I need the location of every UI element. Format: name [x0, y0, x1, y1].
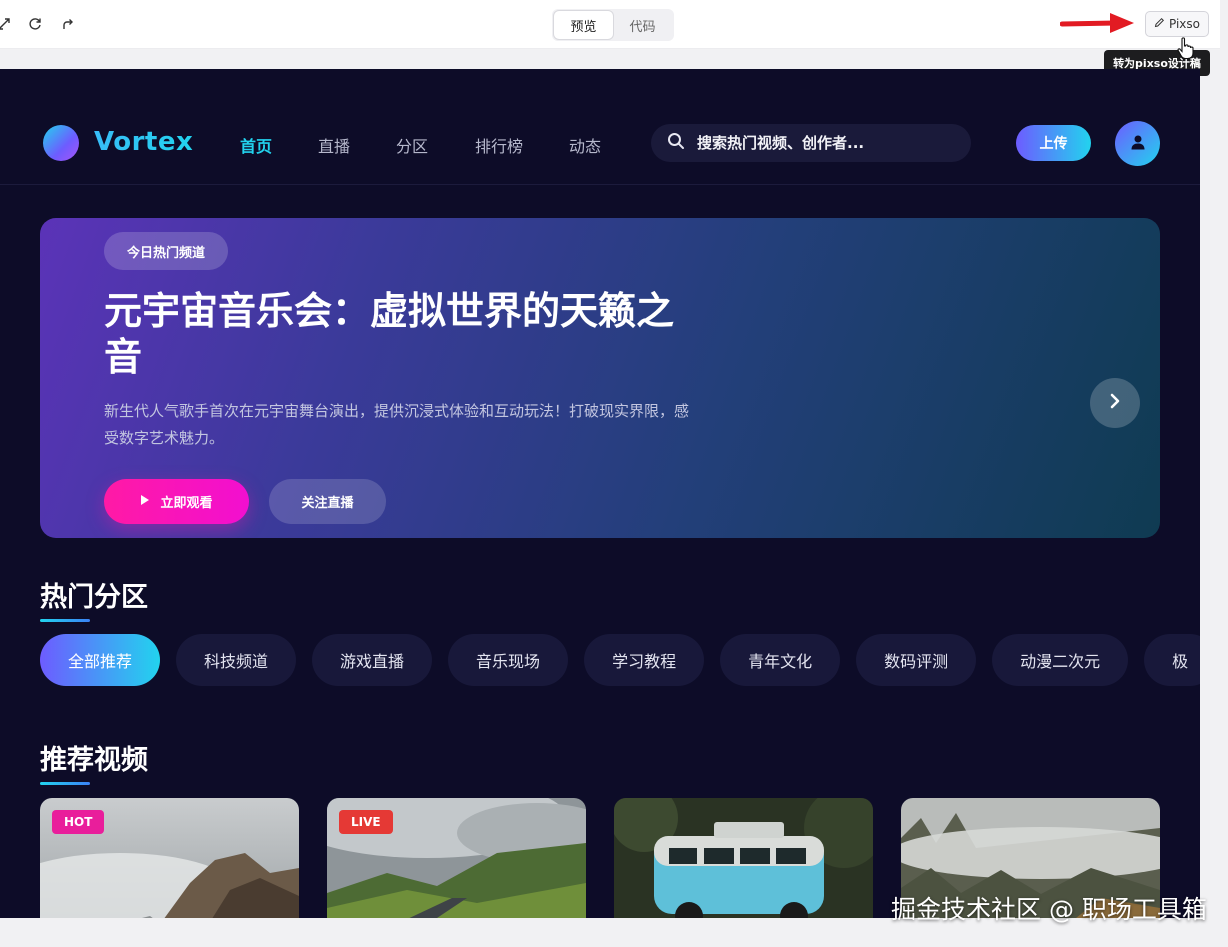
site-header: Vortex 首页 直播 分区 排行榜 动态 上传	[0, 69, 1200, 185]
nav-zones[interactable]: 分区	[396, 133, 428, 157]
videos-underline	[40, 782, 90, 785]
chevron-right-icon	[1108, 393, 1122, 413]
red-arrow-icon	[1060, 13, 1134, 33]
categories-title: 热门分区	[40, 582, 148, 613]
video-card[interactable]	[614, 798, 873, 918]
brand-name[interactable]: Vortex	[94, 127, 193, 157]
preview-frame: Vortex 首页 直播 分区 排行榜 动态 上传 今日热门频道 元宇宙音乐会：…	[0, 69, 1200, 918]
pixso-label: Pixso	[1168, 17, 1200, 31]
convert-pixso-button[interactable]: Pixso	[1145, 11, 1209, 37]
expand-icon[interactable]	[0, 14, 14, 34]
play-icon	[140, 494, 150, 510]
hero-next-button[interactable]	[1090, 378, 1140, 428]
watch-now-label: 立即观看	[160, 496, 213, 511]
search-icon	[667, 132, 685, 154]
live-badge: LIVE	[339, 810, 393, 834]
category-chip[interactable]: 动漫二次元	[992, 634, 1129, 686]
nav-home[interactable]: 首页	[240, 133, 272, 157]
camper-van-thumbnail	[614, 798, 873, 918]
follow-live-button[interactable]: 关注直播	[269, 479, 386, 524]
video-card[interactable]: HOT	[40, 798, 299, 918]
nav-live[interactable]: 直播	[318, 133, 350, 157]
editor-toolbar: 预览 代码 Pixso	[0, 0, 1220, 49]
user-icon	[1130, 134, 1146, 154]
hero-description: 新生代人气歌手首次在元宇宙舞台演出，提供沉浸式体验和互动玩法！打破现实界限，感受…	[104, 402, 690, 447]
category-chip[interactable]: 科技频道	[176, 634, 297, 686]
category-chip[interactable]: 青年文化	[720, 634, 841, 686]
search-input[interactable]	[695, 133, 949, 153]
nav-feed[interactable]: 动态	[569, 133, 601, 157]
search-box	[651, 124, 971, 162]
hero-title: 元宇宙音乐会：虚拟世界的天籁之音	[104, 289, 675, 379]
category-list: 全部推荐 科技频道 游戏直播 音乐现场 学习教程 青年文化 数码评测 动漫二次元…	[40, 634, 1200, 686]
watch-now-button[interactable]: 立即观看	[104, 479, 249, 524]
view-mode-switch: 预览 代码	[552, 9, 674, 41]
refresh-icon[interactable]	[25, 14, 45, 34]
logo-icon	[43, 125, 79, 161]
category-chip[interactable]: 游戏直播	[312, 634, 433, 686]
category-chip[interactable]: 全部推荐	[40, 634, 161, 686]
hero-badge: 今日热门频道	[104, 232, 229, 270]
user-avatar[interactable]	[1115, 121, 1160, 166]
hero-banner: 今日热门频道 元宇宙音乐会：虚拟世界的天籁之音 新生代人气歌手首次在元宇宙舞台演…	[40, 218, 1160, 538]
video-card[interactable]: LIVE	[327, 798, 586, 918]
tab-preview[interactable]: 预览	[554, 11, 613, 39]
category-chip[interactable]: 学习教程	[584, 634, 705, 686]
categories-underline	[40, 619, 90, 622]
hot-badge: HOT	[52, 810, 105, 834]
upload-button[interactable]: 上传	[1016, 125, 1091, 161]
watermark: 掘金技术社区 @ 职场工具箱	[891, 895, 1207, 924]
hand-cursor-icon	[1177, 37, 1194, 60]
category-chip[interactable]: 音乐现场	[448, 634, 569, 686]
redo-icon[interactable]	[58, 14, 78, 34]
tab-code[interactable]: 代码	[613, 11, 672, 39]
category-chip[interactable]: 极	[1144, 634, 1200, 686]
category-chip[interactable]: 数码评测	[856, 634, 977, 686]
pencil-icon	[1154, 17, 1165, 31]
videos-title: 推荐视频	[40, 745, 148, 776]
nav-ranking[interactable]: 排行榜	[475, 133, 523, 157]
